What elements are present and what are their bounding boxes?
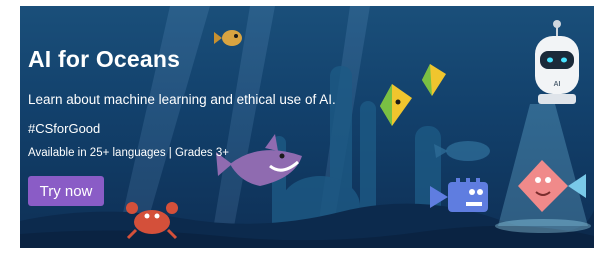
banner-meta: Available in 25+ languages | Grades 3+ <box>28 147 229 159</box>
banner-title: AI for Oceans <box>28 46 181 72</box>
robot-icon: AI <box>535 20 579 104</box>
small-fish-icon <box>214 30 242 46</box>
try-now-button[interactable]: Try now <box>28 176 104 206</box>
whale-icon <box>434 141 490 161</box>
ai-for-oceans-banner: AI AI for Oceans Learn about machine lea… <box>20 6 594 248</box>
ocean-scene: AI <box>20 6 594 248</box>
banner-subtitle: Learn about machine learning and ethical… <box>28 92 336 107</box>
robot-label: AI <box>554 81 561 88</box>
yellow-fish-icon <box>380 64 446 126</box>
banner-hashtag: #CSforGood <box>28 121 101 136</box>
